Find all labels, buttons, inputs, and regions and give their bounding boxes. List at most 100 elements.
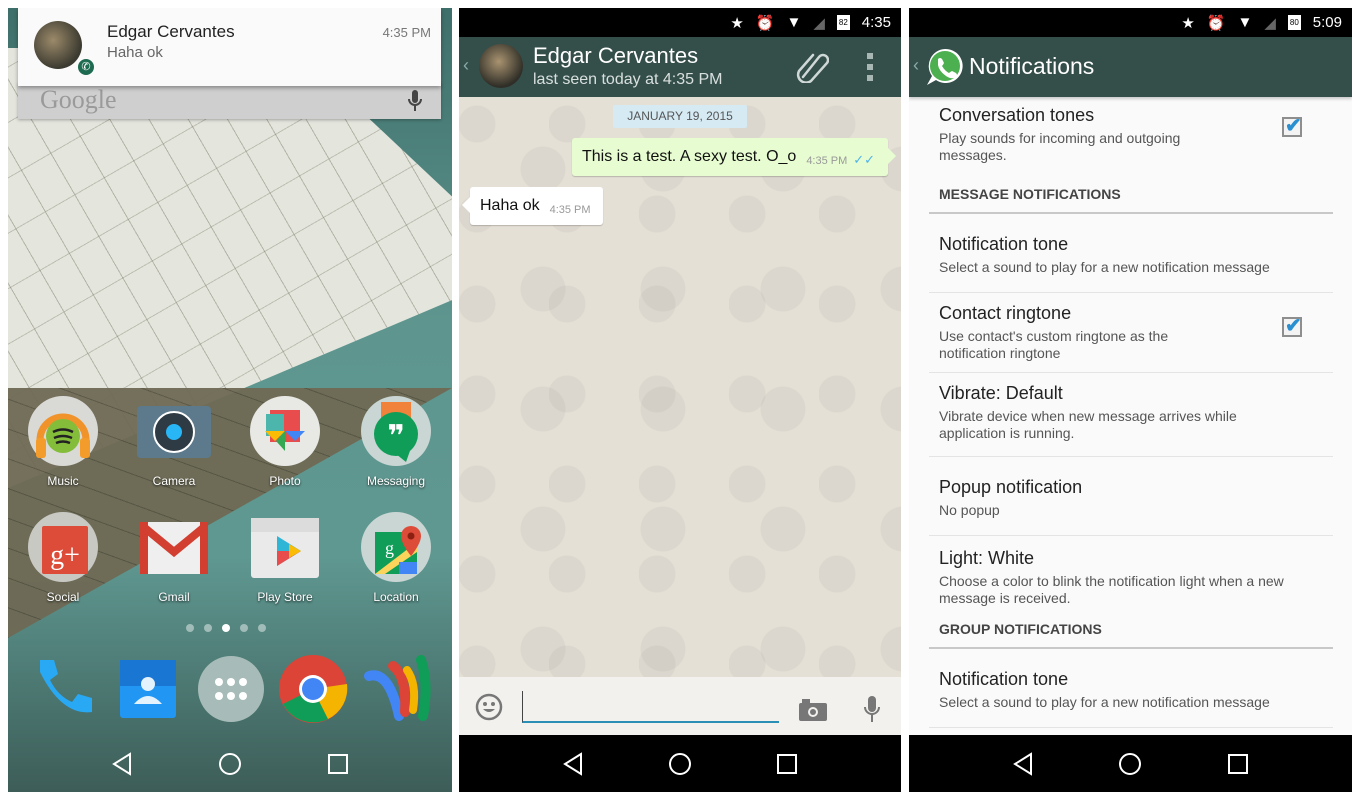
recents-icon[interactable]	[775, 752, 799, 776]
app-label: Social	[46, 590, 80, 604]
contact-avatar[interactable]	[479, 44, 523, 88]
page-dot-active[interactable]	[222, 624, 230, 632]
composer-bar	[459, 677, 901, 735]
app-label: Location	[373, 590, 419, 604]
app-label: Gmail	[158, 590, 190, 604]
nav-bar	[909, 735, 1352, 792]
status-time: 5:09	[1312, 14, 1342, 31]
photos-icon	[250, 396, 320, 466]
mic-icon[interactable]	[407, 89, 423, 113]
star-icon: ★	[1181, 14, 1195, 32]
nav-bar	[459, 735, 901, 792]
attach-icon[interactable]	[795, 51, 829, 83]
pref-summary: Select a sound to play for a new notific…	[939, 259, 1270, 275]
back-icon[interactable]	[110, 751, 134, 776]
emoji-icon[interactable]	[475, 693, 503, 721]
wallet-icon[interactable]	[363, 654, 433, 724]
recents-icon[interactable]	[326, 752, 350, 776]
pref-notification-tone[interactable]: Notification tone Select a sound to play…	[929, 214, 1333, 293]
contacts-icon[interactable]	[112, 654, 182, 724]
category-message-notifications: MESSAGE NOTIFICATIONS	[929, 174, 1333, 214]
pref-summary: Choose a color to blink the notification…	[939, 573, 1284, 606]
app-gmail[interactable]: Gmail	[124, 512, 224, 604]
heads-up-notification[interactable]: ✆ Edgar Cervantes Haha ok 4:35 PM	[18, 8, 441, 86]
pref-vibrate[interactable]: Vibrate: Default Vibrate device when new…	[929, 373, 1333, 457]
music-icon	[28, 396, 98, 466]
mic-icon[interactable]	[863, 695, 881, 723]
checkbox-checked[interactable]: ✔	[1282, 115, 1302, 137]
app-camera[interactable]: Camera	[124, 396, 224, 488]
wifi-icon: ▼	[786, 14, 802, 31]
notification-sender: Edgar Cervantes	[107, 22, 235, 41]
pref-light[interactable]: Light: White Choose a color to blink the…	[929, 536, 1333, 617]
status-bar: ★ ⏰ ▼ ◢ 82 4:35	[459, 8, 901, 37]
pref-conversation-tones[interactable]: Conversation tones Play sounds for incom…	[929, 97, 1333, 174]
pref-title: Popup notification	[939, 477, 1083, 497]
contact-name[interactable]: Edgar Cervantes	[533, 43, 698, 69]
back-icon[interactable]	[1011, 751, 1035, 776]
chat-app-bar: ‹ Edgar Cervantes last seen today at 4:3…	[459, 37, 901, 97]
google-logo: Google	[40, 85, 117, 114]
message-time: 4:35 PM	[549, 204, 591, 216]
pref-title: Light: White	[939, 548, 1035, 568]
back-chevron-icon[interactable]: ‹	[463, 55, 469, 76]
back-icon[interactable]	[561, 751, 585, 776]
message-input[interactable]	[522, 691, 779, 723]
nav-bar	[8, 735, 452, 792]
incoming-message[interactable]: Haha ok 4:35 PM	[462, 187, 603, 225]
camera-icon[interactable]	[799, 699, 827, 721]
alarm-icon: ⏰	[755, 14, 775, 32]
app-music[interactable]: Music	[13, 396, 113, 488]
home-icon[interactable]	[668, 752, 692, 776]
outgoing-message[interactable]: This is a test. A sexy test. O_o 4:35 PM…	[572, 138, 896, 176]
hangouts-icon: ❞	[361, 396, 431, 466]
app-location[interactable]: g Location	[346, 512, 446, 604]
chat-screen: ★ ⏰ ▼ ◢ 82 4:35 ‹ Edgar Cervantes last s…	[459, 8, 901, 792]
page-dot[interactable]	[186, 624, 194, 632]
pref-popup-notification[interactable]: Popup notification No popup	[929, 457, 1333, 536]
home-icon[interactable]	[218, 752, 242, 776]
settings-app-bar: ‹ Notifications	[909, 37, 1352, 97]
chrome-icon[interactable]	[278, 654, 348, 724]
checkbox-checked[interactable]: ✔	[1282, 315, 1302, 337]
message-text: This is a test. A sexy test. O_o	[582, 148, 797, 165]
pref-summary: Select a sound to play for a new notific…	[939, 694, 1270, 710]
notification-settings-screen: ★ ⏰ ▼ ◢ 80 5:09 ‹ Notifications Conversa…	[909, 8, 1352, 792]
app-drawer-icon[interactable]	[196, 654, 266, 724]
pref-contact-ringtone[interactable]: Contact ringtone Use contact's custom ri…	[929, 293, 1333, 373]
pref-title: Notification tone	[939, 234, 1069, 254]
battery-icon: 80	[1287, 15, 1301, 30]
page-indicator	[186, 624, 266, 632]
home-icon[interactable]	[1118, 752, 1142, 776]
alarm-icon: ⏰	[1206, 14, 1226, 32]
phone-icon[interactable]	[30, 654, 100, 724]
notification-time: 4:35 PM	[382, 25, 431, 40]
app-photos[interactable]: Photo	[235, 396, 335, 488]
settings-list: Conversation tones Play sounds for incom…	[929, 97, 1333, 728]
message-time: 4:35 PM	[806, 155, 848, 167]
pref-group-notification-tone[interactable]: Notification tone Select a sound to play…	[929, 649, 1333, 728]
play-store-icon	[251, 518, 319, 578]
home-screen: ✆ Edgar Cervantes Haha ok 4:35 PM Google…	[8, 8, 452, 792]
maps-icon: g	[361, 512, 431, 582]
page-dot[interactable]	[258, 624, 266, 632]
notification-message: Haha ok	[107, 44, 163, 61]
message-text: Haha ok	[480, 197, 540, 214]
app-messaging[interactable]: ❞ Messaging	[346, 396, 446, 488]
pref-title: Notification tone	[939, 669, 1069, 689]
app-label: Play Store	[257, 590, 313, 604]
camera-icon	[137, 406, 211, 458]
overflow-menu-icon[interactable]	[867, 53, 873, 81]
google-search-bar[interactable]: Google	[18, 83, 441, 119]
whatsapp-logo-icon[interactable]	[925, 47, 965, 87]
svg-text:g+: g+	[50, 540, 80, 571]
recents-icon[interactable]	[1226, 752, 1250, 776]
wifi-icon: ▼	[1237, 14, 1253, 31]
page-dot[interactable]	[240, 624, 248, 632]
app-play-store[interactable]: Play Store	[235, 512, 335, 604]
app-social[interactable]: g+ Social	[13, 512, 113, 604]
back-chevron-icon[interactable]: ‹	[913, 55, 919, 76]
gmail-icon	[137, 520, 211, 574]
category-group-notifications: GROUP NOTIFICATIONS	[929, 617, 1333, 649]
page-dot[interactable]	[204, 624, 212, 632]
